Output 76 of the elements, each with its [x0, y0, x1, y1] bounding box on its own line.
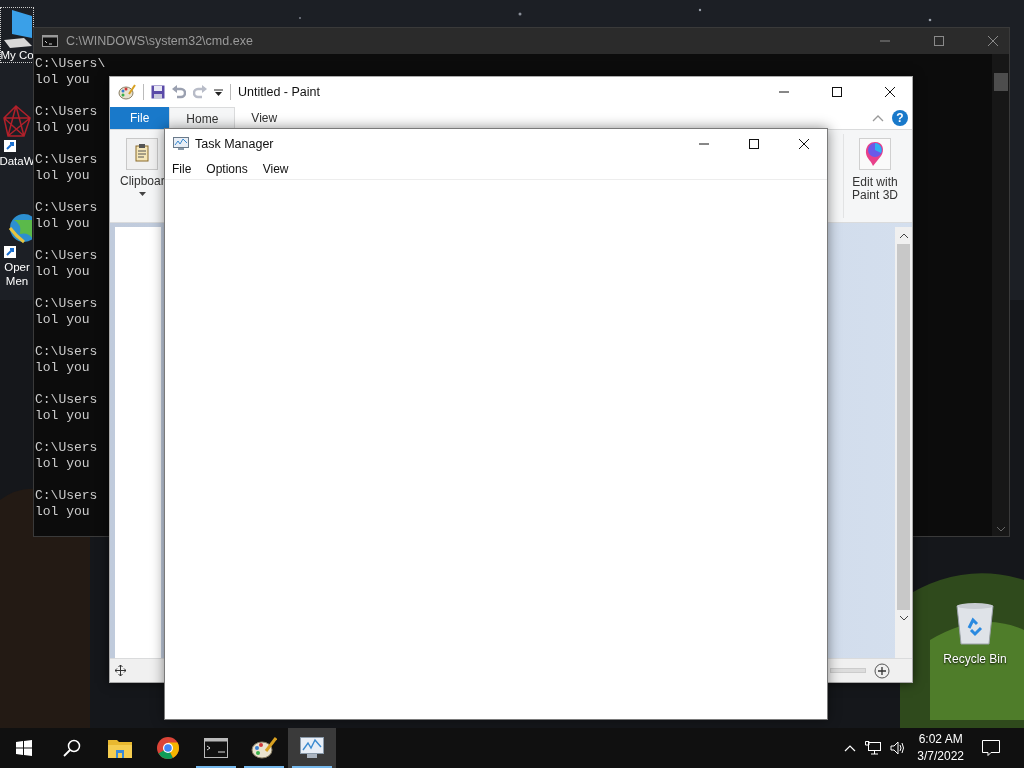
scrollbar[interactable]	[895, 227, 912, 658]
console-line: lol you	[34, 312, 90, 328]
scroll-thumb[interactable]	[993, 73, 1008, 91]
close-icon[interactable]	[798, 138, 810, 150]
console-line: C:\Users	[34, 440, 98, 456]
notification-icon[interactable]	[982, 740, 1000, 756]
network-shortcut-icon	[2, 104, 32, 154]
console-line: lol you	[34, 504, 90, 520]
console-line: lol you	[34, 120, 90, 136]
console-line: C:\Users	[34, 200, 98, 216]
scrollbar[interactable]	[992, 54, 1009, 536]
console-line: C:\Users	[34, 104, 98, 120]
search-icon	[63, 739, 81, 757]
palette-icon[interactable]	[118, 84, 136, 100]
undo-icon[interactable]	[172, 85, 186, 99]
console-line: C:\Users	[35, 152, 98, 168]
collapse-icon[interactable]	[872, 114, 884, 122]
icon-label: Men	[5, 274, 29, 288]
task-manager-icon	[173, 137, 189, 151]
palette-icon	[251, 737, 277, 759]
console-line: C:\Users\	[34, 56, 106, 72]
console-line: lol you	[34, 216, 90, 232]
browser-icon	[156, 736, 180, 760]
caret-up-icon[interactable]	[844, 744, 857, 752]
console-line: lol you	[34, 360, 90, 376]
maximize-icon[interactable]	[831, 86, 843, 98]
window-title: Task Manager	[195, 137, 274, 151]
group-label[interactable]: Edit with	[852, 176, 898, 189]
save-icon[interactable]	[151, 85, 165, 99]
scroll-up-icon[interactable]	[898, 232, 909, 240]
group-label[interactable]: Paint 3D	[851, 189, 898, 202]
console-line: C:\Users	[34, 344, 98, 360]
caret-icon[interactable]	[138, 192, 146, 196]
console-line: C:\Users	[34, 248, 98, 264]
taskbar-app[interactable]	[288, 728, 336, 768]
terminal-icon	[204, 738, 228, 758]
windows-icon	[16, 740, 32, 756]
ribbon-tab[interactable]: View	[235, 107, 294, 129]
window-title: Untitled - Paint	[238, 85, 320, 99]
dropdown-icon[interactable]	[214, 87, 223, 97]
console-line: C:\Users	[34, 296, 98, 312]
close-icon[interactable]	[884, 86, 896, 98]
console-line: C:\Users	[34, 392, 98, 408]
monitor-icon	[2, 8, 32, 48]
console-line: lol you	[34, 456, 90, 472]
clipboard-icon[interactable]	[126, 138, 159, 170]
menu-item[interactable]: Options	[206, 162, 248, 176]
group-label[interactable]: Clipboar	[120, 174, 165, 188]
console-icon	[42, 35, 58, 47]
console-line: lol you	[34, 264, 90, 280]
icon-label: My Co	[0, 48, 34, 62]
task-manager-icon	[300, 737, 324, 759]
scroll-down-icon[interactable]	[898, 614, 909, 622]
move-icon	[115, 665, 126, 676]
console-line: C:\Users	[34, 488, 98, 504]
console-line: lol you	[34, 72, 90, 88]
network-icon[interactable]	[865, 741, 882, 755]
folder-icon	[108, 738, 132, 758]
ribbon-tab[interactable]: File	[110, 107, 170, 129]
clock-date[interactable]: 3/7/2022	[917, 748, 964, 765]
paint3d-icon[interactable]	[859, 138, 891, 170]
icon-label[interactable]: Recycle Bin	[943, 652, 1007, 666]
zoom-in-icon[interactable]	[874, 662, 890, 679]
console-line: lol you	[34, 168, 90, 184]
recycle-bin-icon[interactable]	[955, 602, 995, 646]
clock-time[interactable]: 6:02 AM	[918, 731, 963, 748]
maximize-icon[interactable]	[748, 138, 760, 150]
icon-label: Oper	[4, 260, 30, 274]
console-line: lol you	[34, 408, 90, 424]
ribbon-tab[interactable]: Home	[169, 107, 236, 129]
volume-icon[interactable]	[890, 741, 907, 755]
help-button[interactable]: ?	[892, 110, 908, 126]
menu-item[interactable]: File	[172, 162, 192, 176]
window-title: C:\WINDOWS\system32\cmd.exe	[66, 34, 253, 48]
icon-label: DataW	[0, 155, 35, 168]
menu-item[interactable]: View	[262, 162, 289, 176]
